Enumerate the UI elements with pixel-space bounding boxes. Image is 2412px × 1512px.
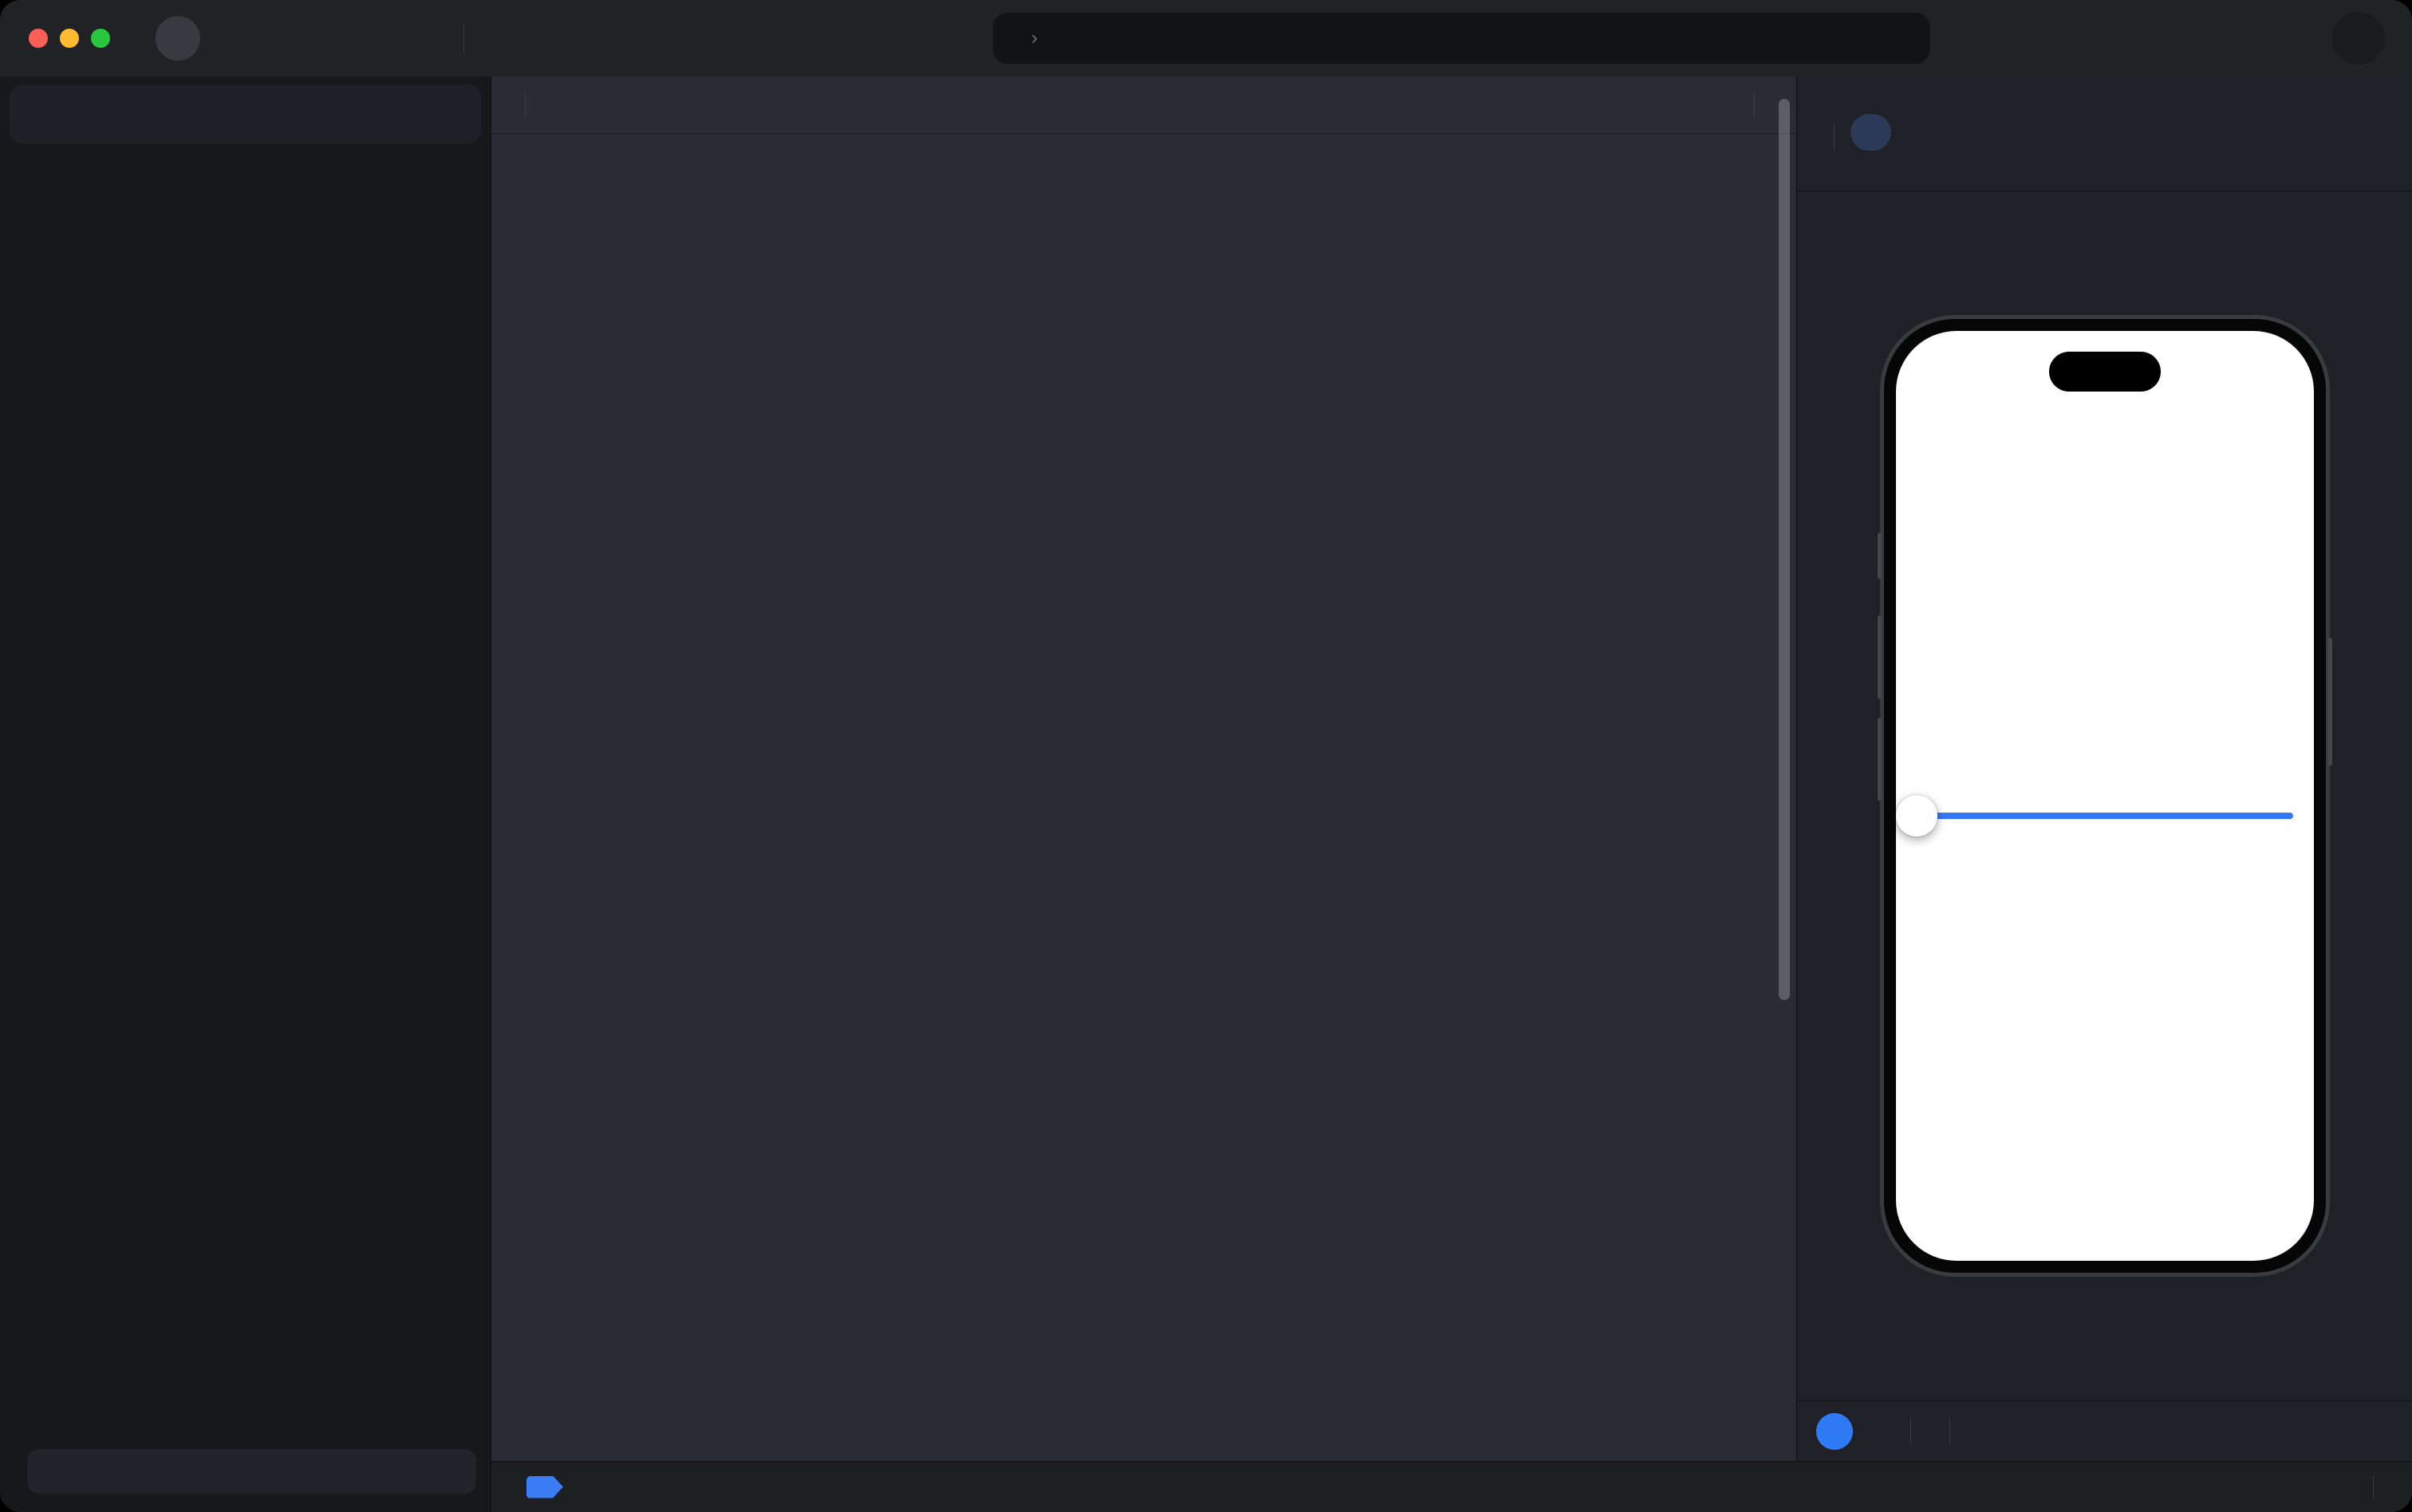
divider [525, 91, 526, 119]
iphone-screen [1895, 331, 2314, 1261]
preview-toolbar [1797, 1400, 2412, 1461]
code-area[interactable] [491, 134, 1796, 1512]
live-preview-button[interactable] [1816, 1412, 1853, 1450]
divider [1754, 91, 1755, 119]
chevron-right-icon: › [1031, 27, 1038, 49]
editor-status-bar [491, 1461, 2412, 1512]
volume-down-button [1877, 718, 1882, 801]
source-editor [491, 77, 1796, 1512]
divider [463, 23, 464, 53]
power-button [2327, 638, 2332, 766]
build-status [1900, 27, 1913, 50]
zoom-window-button[interactable] [91, 29, 110, 48]
minimize-window-button[interactable] [60, 29, 79, 48]
titlebar-left [0, 16, 491, 61]
divider [1910, 1417, 1911, 1445]
iphone-mockup [1877, 315, 2332, 1277]
slider-thumb[interactable] [1895, 795, 1937, 837]
titlebar: › [0, 0, 2412, 77]
inspector-toggle-button[interactable] [2332, 12, 2385, 65]
preview-canvas[interactable] [1797, 191, 2412, 1400]
radius-slider[interactable] [1895, 795, 2293, 837]
divider [1834, 124, 1835, 151]
breakpoints-toggle[interactable] [526, 1475, 563, 1498]
jump-bar [491, 77, 1796, 134]
preview-tab[interactable] [1850, 114, 1891, 151]
close-window-button[interactable] [29, 29, 48, 48]
xcode-window: › [0, 0, 2412, 1512]
dynamic-island [2048, 352, 2161, 392]
editor-scrollbar[interactable] [1779, 99, 1790, 1000]
sidebar-bottom-bar [0, 1439, 491, 1512]
divider [2373, 1475, 2374, 1499]
project-file-tree [0, 147, 491, 1439]
slider-fill [1916, 813, 2293, 819]
volume-up-button [1877, 616, 1882, 699]
preview-pane [1796, 77, 2412, 1512]
navigator-tab-strip [10, 85, 481, 144]
preview-header [1797, 77, 2412, 191]
navigator-toggle-button[interactable] [156, 16, 200, 61]
action-button [1877, 533, 1882, 579]
activity-status-pill[interactable]: › [993, 13, 1930, 64]
filter-input[interactable] [27, 1449, 476, 1494]
divider [1949, 1417, 1950, 1445]
navigator-sidebar [0, 77, 491, 1512]
